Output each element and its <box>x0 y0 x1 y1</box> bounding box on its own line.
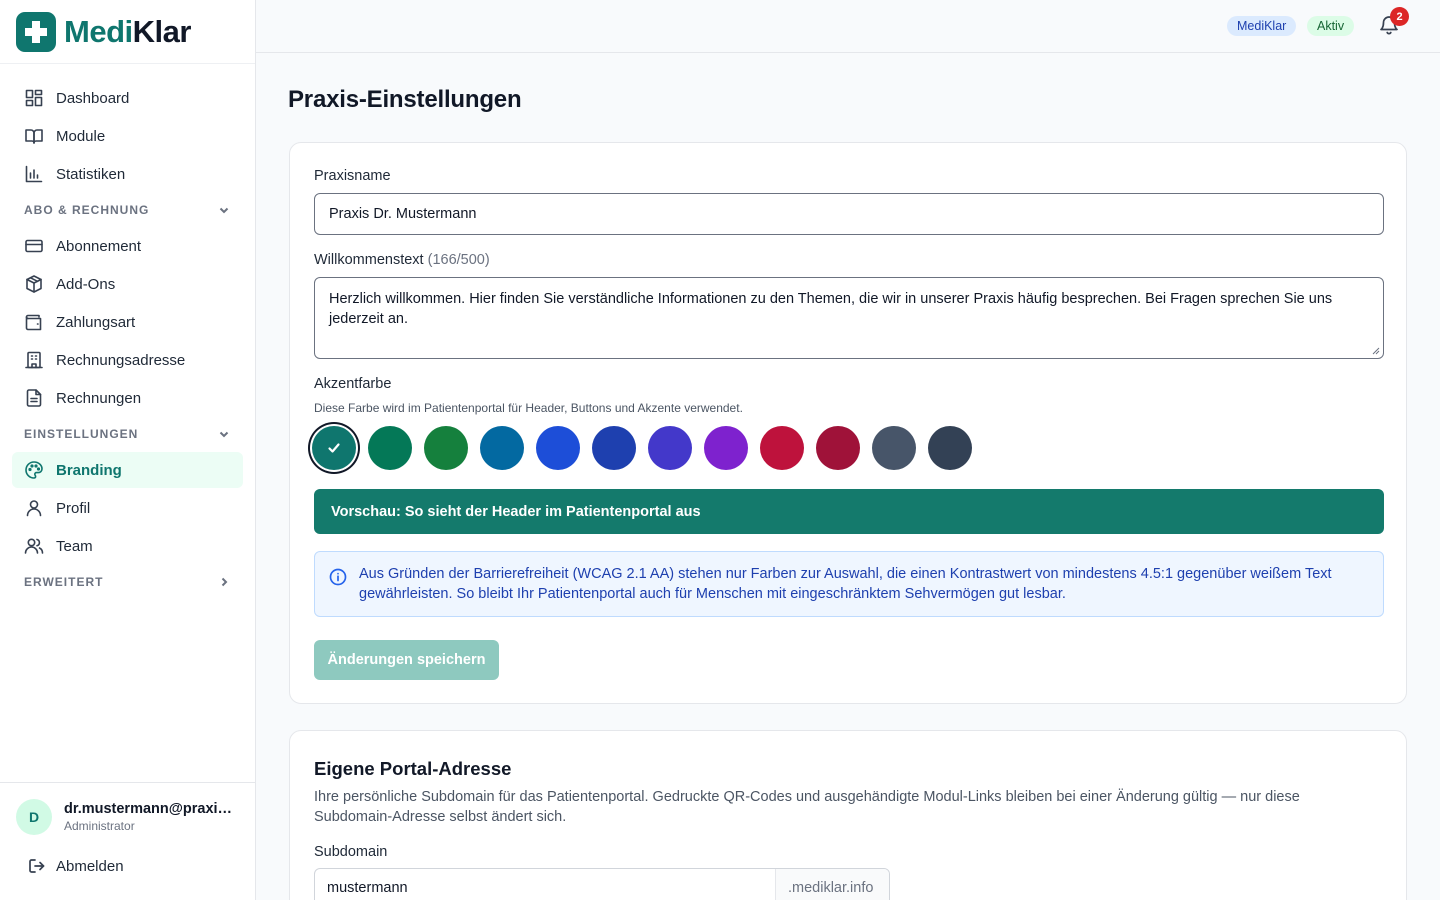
branding-card: Praxisname Praxis Dr. Mustermann Willkom… <box>289 142 1407 704</box>
grid-icon <box>25 89 43 107</box>
color-swatch[interactable] <box>872 426 916 470</box>
file-text-icon <box>26 389 42 407</box>
brand-header[interactable]: MediKlar <box>0 0 255 64</box>
color-swatch[interactable] <box>648 426 692 470</box>
portal-address-description: Ihre persönliche Subdomain für das Patie… <box>314 789 1300 825</box>
color-swatch[interactable] <box>816 426 860 470</box>
sidebar-item-rechnungen[interactable]: Rechnungen <box>12 380 243 416</box>
color-swatch[interactable] <box>424 426 468 470</box>
credit-card-icon <box>25 239 43 253</box>
logout-button[interactable]: Abmelden <box>16 857 239 875</box>
subdomain-suffix: .mediklar.info <box>775 869 889 900</box>
section-einstellungen[interactable]: EINSTELLUNGEN <box>12 418 243 450</box>
color-swatch[interactable] <box>480 426 524 470</box>
sidebar-item-label: Statistiken <box>56 165 126 183</box>
sidebar-item-label: Rechnungsadresse <box>56 351 186 369</box>
sidebar-item-module[interactable]: Module <box>12 118 243 154</box>
sidebar-item-label: Abonnement <box>56 237 142 255</box>
welcome-text-textarea[interactable]: Herzlich willkommen. Hier finden Sie ver… <box>314 277 1384 359</box>
users-icon <box>24 538 44 554</box>
sidebar-item-branding[interactable]: Branding <box>12 452 243 488</box>
book-icon <box>25 129 43 144</box>
color-swatch[interactable] <box>928 426 972 470</box>
status-badge: Aktiv <box>1307 16 1355 36</box>
section-title: ERWEITERT <box>24 575 104 589</box>
sidebar-item-label: Team <box>56 537 93 555</box>
section-title: ABO & RECHNUNG <box>24 203 150 217</box>
page-title: Praxis-Einstellungen <box>288 86 522 113</box>
brand-name: MediKlar <box>64 13 191 49</box>
user-role: Administrator <box>64 819 135 833</box>
sidebar-item-team[interactable]: Team <box>12 528 243 564</box>
accent-color-hint: Diese Farbe wird im Patientenportal für … <box>314 401 743 415</box>
resize-handle-icon[interactable] <box>1372 347 1380 355</box>
logo-icon <box>16 11 56 52</box>
color-swatch-group <box>312 426 984 470</box>
sidebar-item-label: Dashboard <box>56 89 130 107</box>
sidebar-item-add-ons[interactable]: Add-Ons <box>12 266 243 302</box>
section-title: EINSTELLUNGEN <box>24 427 139 441</box>
header-preview: Vorschau: So sieht der Header im Patient… <box>314 489 1384 534</box>
app-badge: MediKlar <box>1227 16 1297 36</box>
user-panel: D dr.mustermann@praxis... Administrator … <box>0 782 255 900</box>
portal-address-card: Eigene Portal-Adresse Ihre persönliche S… <box>289 730 1407 900</box>
palette-icon <box>25 461 43 479</box>
bar-chart-icon <box>25 165 43 183</box>
sidebar-item-label: Add-Ons <box>56 275 116 293</box>
color-swatch[interactable] <box>704 426 748 470</box>
color-swatch[interactable] <box>592 426 636 470</box>
info-text: Aus Gründen der Barrierefreiheit (WCAG 2… <box>359 566 1332 602</box>
sidebar-item-zahlungsart[interactable]: Zahlungsart <box>12 304 243 340</box>
sidebar-item-label: Zahlungsart <box>56 313 136 331</box>
user-email: dr.mustermann@praxis... <box>64 801 236 817</box>
sidebar-item-profil[interactable]: Profil <box>12 490 243 526</box>
sidebar-item-rechnungsadresse[interactable]: Rechnungsadresse <box>12 342 243 378</box>
sidebar-item-abonnement[interactable]: Abonnement <box>12 228 243 264</box>
sidebar-nav: Dashboard Module Statistiken ABO & RECHN… <box>0 64 255 598</box>
sidebar: MediKlar Dashboard Module Statistiken AB… <box>0 0 256 900</box>
chevron-down-icon <box>219 207 229 214</box>
subdomain-label: Subdomain <box>314 844 388 860</box>
practice-name-input[interactable]: Praxis Dr. Mustermann <box>314 193 1384 235</box>
package-icon <box>26 275 42 293</box>
avatar: D <box>16 799 52 835</box>
sidebar-item-label: Profil <box>56 499 91 517</box>
welcome-text-label-text: Willkommenstext <box>314 252 424 268</box>
wallet-icon <box>25 314 42 331</box>
user-profile[interactable]: D dr.mustermann@praxis... Administrator <box>16 799 239 835</box>
chevron-down-icon <box>219 431 229 438</box>
notification-count-badge: 2 <box>1390 7 1409 26</box>
chevron-right-icon <box>221 577 228 587</box>
check-icon <box>328 443 340 453</box>
sidebar-item-label: Rechnungen <box>56 389 142 407</box>
top-bar: MediKlar Aktiv 2 <box>256 0 1440 53</box>
portal-address-title: Eigene Portal-Adresse <box>314 758 512 779</box>
accent-color-label: Akzentfarbe <box>314 376 392 392</box>
sidebar-item-label: Module <box>56 127 106 145</box>
welcome-text-value: Herzlich willkommen. Hier finden Sie ver… <box>329 291 1333 327</box>
user-icon <box>26 500 42 517</box>
subdomain-field: mustermann .mediklar.info <box>314 868 890 900</box>
welcome-text-label: Willkommenstext (166/500) <box>314 252 490 268</box>
sidebar-item-statistiken[interactable]: Statistiken <box>12 156 243 192</box>
section-erweitert[interactable]: ERWEITERT <box>12 566 243 598</box>
color-swatch[interactable] <box>312 426 356 470</box>
practice-name-label: Praxisname <box>314 168 391 184</box>
subdomain-input[interactable]: mustermann <box>315 869 775 900</box>
color-swatch[interactable] <box>760 426 804 470</box>
logout-label: Abmelden <box>56 857 124 875</box>
sidebar-item-label: Branding <box>56 461 122 479</box>
building-icon <box>25 351 43 369</box>
save-button[interactable]: Änderungen speichern <box>314 640 499 680</box>
color-swatch[interactable] <box>368 426 412 470</box>
notifications-button[interactable]: 2 <box>1378 7 1409 38</box>
info-icon <box>329 568 347 586</box>
logout-icon <box>29 859 45 873</box>
accessibility-info-box: Aus Gründen der Barrierefreiheit (WCAG 2… <box>314 551 1384 617</box>
sidebar-item-dashboard[interactable]: Dashboard <box>12 80 243 116</box>
color-swatch[interactable] <box>536 426 580 470</box>
welcome-text-counter: (166/500) <box>427 252 490 268</box>
section-abo-rechnung[interactable]: ABO & RECHNUNG <box>12 194 243 226</box>
